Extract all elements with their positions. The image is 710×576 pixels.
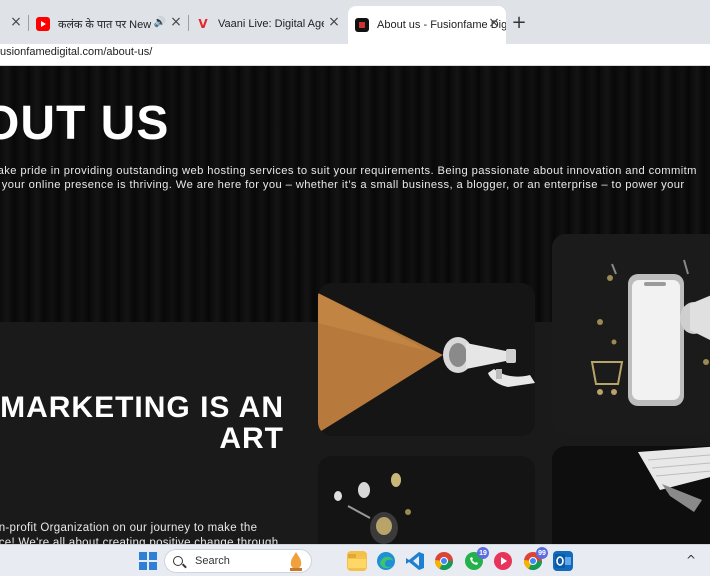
- fusionfame-logo-icon: [355, 18, 369, 32]
- file-explorer-icon[interactable]: [347, 551, 367, 571]
- chrome-icon[interactable]: [434, 551, 454, 571]
- keyboard-illustration: [552, 446, 710, 556]
- close-tab-icon[interactable]: ×: [6, 9, 26, 35]
- new-tab-button[interactable]: +: [508, 10, 530, 34]
- vaani-logo-icon: V: [198, 17, 208, 31]
- tab-bar: × कलंक के पात पर New Versio 🔊 × V Vaani …: [0, 0, 710, 44]
- about-us-heading: OUT US: [0, 97, 170, 150]
- megaphone-illustration: [318, 283, 535, 436]
- keyboard-image-card: [552, 446, 710, 556]
- tab-separator: [28, 15, 29, 31]
- phone-shopping-image-card: [552, 234, 710, 434]
- tab-title: Vaani Live: Digital Agency, Web: [218, 18, 324, 30]
- search-label: Search: [195, 555, 230, 567]
- url-text: usionfamedigital.com/about-us/: [0, 46, 153, 58]
- lightbulb-illustration: [318, 456, 535, 556]
- megaphone-image-card: [318, 283, 535, 436]
- close-tab-icon[interactable]: ×: [484, 10, 504, 36]
- tab-separator: [188, 15, 189, 31]
- taskbar-search[interactable]: Search: [164, 549, 312, 573]
- intro-line: that your online presence is thriving. W…: [0, 179, 685, 191]
- notification-badge: 19: [477, 547, 489, 559]
- close-tab-icon[interactable]: ×: [166, 9, 186, 35]
- whatsapp-icon[interactable]: 19: [464, 547, 489, 571]
- address-bar[interactable]: usionfamedigital.com/about-us/: [0, 44, 710, 66]
- chrome-profile-icon[interactable]: 99: [523, 547, 548, 571]
- search-highlight-icon: [290, 552, 302, 571]
- marketing-line: on-profit Organization on our journey to…: [0, 522, 258, 534]
- windows-start-icon[interactable]: [138, 551, 158, 571]
- notification-badge: 99: [536, 547, 548, 559]
- chevron-up-icon[interactable]: ^: [686, 553, 696, 567]
- search-icon: [173, 556, 183, 566]
- tab-vaani[interactable]: V Vaani Live: Digital Agency, Web: [196, 9, 324, 39]
- tab-youtube[interactable]: कलंक के पात पर New Versio: [36, 9, 154, 39]
- outlook-icon[interactable]: [553, 551, 573, 571]
- intro-line: ve take pride in providing outstanding w…: [0, 165, 697, 177]
- taskbar: Search 19 99 ^: [0, 544, 710, 576]
- vscode-icon[interactable]: [405, 551, 425, 571]
- media-player-icon[interactable]: [493, 551, 513, 571]
- marketing-heading-line: MARKETING IS AN: [0, 391, 284, 424]
- marketing-heading-line: ART: [219, 422, 284, 455]
- tab-title: कलंक के पात पर New Versio: [58, 18, 154, 31]
- lightbulb-image-card: [318, 456, 535, 556]
- edge-icon[interactable]: [376, 551, 396, 571]
- about-intro-text: ve take pride in providing outstanding w…: [0, 164, 710, 192]
- close-tab-icon[interactable]: ×: [324, 9, 344, 35]
- youtube-icon: [36, 17, 50, 31]
- tab-about-us[interactable]: About us - Fusionfame Digital: [348, 6, 506, 44]
- phone-shopping-illustration: [552, 234, 710, 434]
- marketing-heading: MARKETING IS AN ART: [0, 392, 284, 454]
